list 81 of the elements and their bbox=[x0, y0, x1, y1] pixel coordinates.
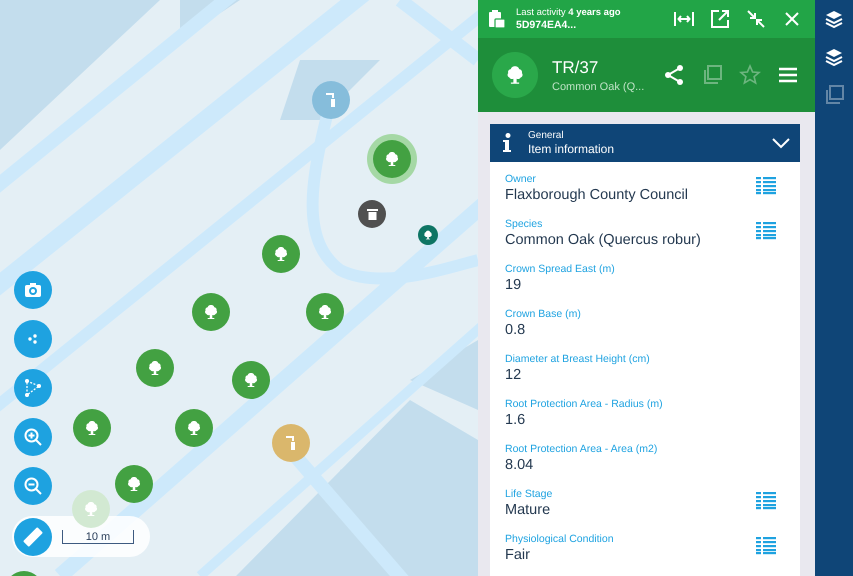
share-icon bbox=[663, 64, 685, 86]
field-label: Owner bbox=[505, 173, 537, 186]
tree-icon bbox=[84, 420, 100, 436]
clipboard-id-icon bbox=[488, 9, 506, 29]
field-value: 19 bbox=[505, 276, 522, 295]
tree-marker[interactable] bbox=[136, 349, 174, 387]
section-overline: General bbox=[528, 130, 565, 142]
tree-marker[interactable] bbox=[373, 140, 411, 178]
tree-icon bbox=[203, 304, 219, 320]
star-icon bbox=[739, 64, 761, 86]
close-icon bbox=[784, 11, 800, 27]
item-id: 5D974EA4... bbox=[516, 19, 578, 31]
tree-icon bbox=[317, 304, 333, 320]
tree-icon bbox=[147, 360, 163, 376]
field-label: Life Stage bbox=[505, 488, 554, 501]
copy-icon bbox=[823, 84, 845, 106]
list-icon[interactable] bbox=[756, 177, 776, 195]
tree-marker[interactable] bbox=[262, 235, 300, 273]
tree-marker[interactable] bbox=[192, 293, 230, 331]
item-title: TR/37 bbox=[552, 58, 600, 78]
field-label: Crown Spread East (m) bbox=[505, 263, 616, 276]
section-title: Item information bbox=[528, 142, 616, 156]
map[interactable]: 10 m bbox=[0, 0, 478, 576]
tree-icon bbox=[384, 151, 400, 167]
lamp-post-icon bbox=[324, 92, 338, 108]
tree-marker[interactable] bbox=[232, 361, 270, 399]
tree-icon bbox=[423, 230, 433, 240]
field-value: 8.04 bbox=[505, 456, 534, 475]
layers-icon bbox=[823, 46, 845, 68]
field-value: 12 bbox=[505, 366, 522, 385]
polygon-icon bbox=[23, 378, 43, 398]
camera-button[interactable] bbox=[14, 271, 52, 309]
field-label: Crown Base (m) bbox=[505, 308, 582, 321]
list-icon[interactable] bbox=[756, 537, 776, 555]
points-button[interactable] bbox=[14, 320, 52, 358]
field-value: Fair bbox=[505, 546, 531, 565]
list-icon[interactable] bbox=[756, 222, 776, 240]
field-label: Physiological Condition bbox=[505, 533, 615, 546]
tree-icon bbox=[83, 501, 99, 517]
field-label: Root Protection Area - Radius (m) bbox=[505, 398, 664, 411]
tree-marker[interactable] bbox=[418, 225, 438, 245]
zoom-in-button[interactable] bbox=[14, 418, 52, 456]
trash-icon bbox=[366, 208, 378, 220]
scale-bar: 10 m bbox=[62, 530, 134, 544]
info-icon bbox=[502, 133, 512, 153]
field-value: Mature bbox=[505, 501, 552, 520]
last-activity-text: Last activity 4 years ago bbox=[516, 7, 622, 19]
field-value: 0.8 bbox=[505, 321, 526, 340]
field-value: Common Oak (Quercus robur) bbox=[505, 231, 702, 250]
tree-icon bbox=[186, 420, 202, 436]
list-icon[interactable] bbox=[756, 492, 776, 510]
zoom-out-button[interactable] bbox=[14, 467, 52, 505]
tree-icon bbox=[243, 372, 259, 388]
bin-marker[interactable] bbox=[358, 200, 386, 228]
collapse-arrows-icon bbox=[747, 10, 765, 28]
camera-icon bbox=[23, 280, 43, 300]
lamp-post-marker[interactable] bbox=[272, 424, 310, 462]
field-value: Flaxborough County Council bbox=[505, 186, 689, 205]
tree-marker[interactable] bbox=[73, 409, 111, 447]
zoom-in-icon bbox=[23, 427, 43, 447]
polygon-button[interactable] bbox=[14, 369, 52, 407]
measure-button[interactable] bbox=[14, 518, 52, 556]
field-label: Diameter at Breast Height (cm) bbox=[505, 353, 651, 366]
external-link-icon bbox=[710, 9, 730, 29]
tree-icon bbox=[273, 246, 289, 262]
section-header[interactable]: General Item information bbox=[490, 124, 800, 162]
lamp-post-icon bbox=[284, 435, 298, 451]
tree-icon bbox=[126, 476, 142, 492]
tree-marker[interactable] bbox=[72, 490, 110, 528]
tree-marker[interactable] bbox=[306, 293, 344, 331]
width-arrows-icon bbox=[674, 11, 694, 27]
item-subtitle: Common Oak (Q... bbox=[552, 80, 646, 92]
field-value: 1.6 bbox=[505, 411, 526, 430]
field-label: Root Protection Area - Area (m2) bbox=[505, 443, 658, 456]
layers-icon bbox=[823, 8, 845, 30]
tree-marker[interactable] bbox=[175, 409, 213, 447]
tree-marker[interactable] bbox=[115, 465, 153, 503]
field-label: Species bbox=[505, 218, 544, 231]
zoom-out-icon bbox=[23, 476, 43, 496]
copy-icon bbox=[701, 64, 723, 86]
tree-icon bbox=[505, 65, 525, 85]
